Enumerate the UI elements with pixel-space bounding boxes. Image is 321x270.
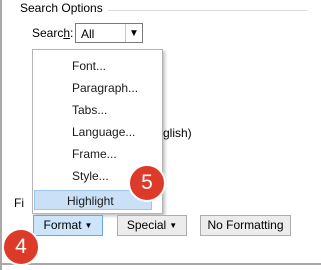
menu-item-font[interactable]: Font... — [66, 56, 112, 76]
search-direction-value: All — [81, 27, 95, 41]
menu-item-paragraph[interactable]: Paragraph... — [66, 78, 144, 98]
window-left-border — [0, 0, 2, 270]
search-label: Search: — [32, 26, 74, 40]
chevron-down-icon[interactable]: ▼ — [125, 24, 142, 42]
format-button-label: Format — [43, 218, 82, 232]
no-formatting-button[interactable]: No Formatting — [200, 215, 291, 236]
step-badge-format: 4 — [2, 228, 40, 266]
menu-item-frame[interactable]: Frame... — [66, 144, 123, 164]
menu-item-language[interactable]: Language... — [66, 122, 141, 142]
partial-option-text: glish) — [163, 126, 192, 140]
special-button[interactable]: Special ▼ — [117, 215, 187, 236]
format-button[interactable]: Format ▼ — [33, 215, 103, 236]
special-button-label: Special — [126, 218, 167, 232]
dropdown-arrow-icon: ▼ — [84, 221, 93, 230]
menu-item-tabs[interactable]: Tabs... — [66, 100, 113, 120]
search-direction-select[interactable]: All ▼ — [75, 23, 143, 43]
dropdown-arrow-icon: ▼ — [169, 221, 178, 230]
menu-item-style[interactable]: Style... — [66, 166, 115, 186]
window-bottom-border — [0, 263, 321, 265]
step-badge-highlight: 5 — [128, 164, 166, 202]
find-section-label-partial: Fi — [14, 196, 24, 210]
search-options-heading: Search Options — [17, 1, 108, 15]
